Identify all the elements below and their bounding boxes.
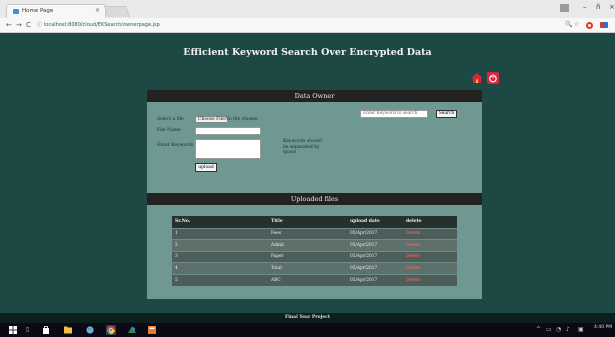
wifi-icon[interactable]: ◔ — [556, 326, 561, 333]
keyword-textarea[interactable] — [195, 139, 261, 159]
page-favicon-icon — [13, 9, 19, 14]
user-profile-icon[interactable] — [560, 4, 569, 12]
cell-srno: 4 — [172, 262, 268, 274]
uploaded-files-heading: Uploaded files — [147, 193, 482, 205]
cell-title: Paper — [268, 250, 347, 263]
url-field[interactable]: ⓘ localhost:8080/cloud/EKSearch/ownerpage… — [37, 21, 160, 28]
file-name-input[interactable] — [195, 127, 261, 135]
taskbar-clock[interactable]: 4:40 PM — [594, 325, 612, 330]
new-tab-button[interactable] — [103, 6, 131, 17]
cell-title: Total — [268, 262, 347, 274]
no-file-text: No file chosen — [225, 117, 258, 122]
data-owner-heading: Data Owner — [147, 90, 482, 102]
info-icon[interactable]: ⓘ — [37, 22, 42, 28]
start-icon[interactable] — [9, 326, 17, 334]
extension-opera-icon[interactable] — [586, 22, 593, 29]
chrome-icon[interactable] — [106, 325, 116, 335]
file-name-label: File Name — [157, 128, 181, 133]
zoom-icon[interactable]: 🔍 — [565, 21, 572, 28]
tray-chevron-icon[interactable]: ^ — [536, 326, 541, 333]
maximize-button[interactable]: ñ — [596, 3, 600, 11]
table-row: 4 Total 05/Apr/2017 Delete — [172, 262, 457, 274]
cell-srno: 5 — [172, 273, 268, 286]
search-button[interactable]: Search — [436, 110, 457, 118]
page-content: Efficient Keyword Search Over Encrypted … — [0, 34, 615, 315]
upload-button[interactable]: upload — [195, 163, 217, 172]
cell-srno: 1 — [172, 227, 268, 240]
delete-link[interactable]: Delete — [403, 250, 457, 263]
forward-button[interactable]: → — [16, 21, 22, 29]
keyword-label: Enter Keywords — [157, 143, 194, 148]
table-row: 3 Paper 05/Apr/2017 Delete — [172, 250, 457, 263]
files-table: Sr.No. Title upload date delete 1 Fees 0… — [172, 216, 457, 286]
store-icon[interactable] — [42, 326, 50, 334]
col-header-date: upload date — [347, 216, 403, 228]
col-header-title: Title — [268, 216, 347, 228]
extension-flag-icon[interactable] — [600, 22, 608, 28]
cell-date: 05/Apr/2017 — [347, 262, 403, 274]
calculator-icon[interactable] — [148, 326, 156, 334]
table-row: 1 Fees 05/Apr/2017 Delete — [172, 227, 457, 240]
reload-button[interactable]: C — [26, 21, 31, 29]
close-window-button[interactable]: × — [609, 3, 615, 11]
bookmark-star-icon[interactable]: ☆ — [574, 21, 579, 28]
page-footer: Final Year Project — [0, 313, 615, 323]
cell-title: Fees — [268, 227, 347, 240]
delete-link[interactable]: Delete — [403, 227, 457, 240]
folder-icon[interactable] — [64, 326, 72, 334]
col-header-delete: delete — [403, 216, 457, 228]
url-text: localhost:8080/cloud/EKSearch/ownerpage.… — [44, 22, 160, 28]
footer-text: Final Year Project — [285, 315, 330, 320]
select-file-label: Select a file — [157, 117, 184, 122]
cell-title: Admit — [268, 239, 347, 251]
tab-close-icon[interactable]: × — [95, 7, 100, 14]
taskbar: ▯ ^ ▭ ◔ ♪ ▣ 4:40 PM — [0, 323, 615, 337]
col-header-srno: Sr.No. — [172, 216, 268, 228]
browser-tabstrip: Home Page × – ñ × — [0, 0, 615, 18]
power-icon[interactable] — [487, 72, 499, 84]
paint-icon[interactable] — [86, 326, 94, 334]
choose-file-button[interactable]: Choose File — [195, 116, 228, 123]
cell-date: 05/Apr/2017 — [347, 239, 403, 251]
delete-link[interactable]: Delete — [403, 239, 457, 251]
tab-title: Home Page — [22, 8, 54, 14]
keyword-search-input[interactable]: Enter Keyword to search — [360, 110, 428, 118]
delete-link[interactable]: Delete — [403, 262, 457, 274]
table-row: 2 Admit 05/Apr/2017 Delete — [172, 239, 457, 251]
app-icon[interactable] — [128, 326, 136, 334]
cell-date: 05/Apr/2017 — [347, 227, 403, 240]
minimize-button[interactable]: – — [583, 3, 587, 11]
page-title: Efficient Keyword Search Over Encrypted … — [183, 47, 432, 58]
uploaded-files-panel: Uploaded files Sr.No. Title upload date … — [147, 193, 482, 299]
table-header-row: Sr.No. Title upload date delete — [172, 216, 457, 228]
back-button[interactable]: ← — [6, 21, 12, 29]
data-owner-panel: Data Owner Select a file Choose File No … — [147, 90, 482, 202]
table-row: 5 ABC 05/Apr/2017 Delete — [172, 273, 457, 286]
cell-srno: 2 — [172, 239, 268, 251]
home-icon[interactable] — [471, 72, 483, 84]
task-view-icon[interactable]: ▯ — [26, 326, 29, 333]
notification-icon[interactable]: ▣ — [578, 326, 584, 333]
cell-date: 05/Apr/2017 — [347, 273, 403, 286]
browser-tab[interactable]: Home Page × — [6, 4, 106, 18]
delete-link[interactable]: Delete — [403, 273, 457, 286]
cell-title: ABC — [268, 273, 347, 286]
address-bar: ← → C ⓘ localhost:8080/cloud/EKSearch/own… — [0, 18, 615, 33]
cell-srno: 3 — [172, 250, 268, 263]
network-icon[interactable]: ▭ — [546, 326, 552, 333]
cell-date: 05/Apr/2017 — [347, 250, 403, 263]
volume-icon[interactable]: ♪ — [566, 326, 570, 333]
keyword-note: Keywords should be separated by space — [283, 139, 322, 155]
